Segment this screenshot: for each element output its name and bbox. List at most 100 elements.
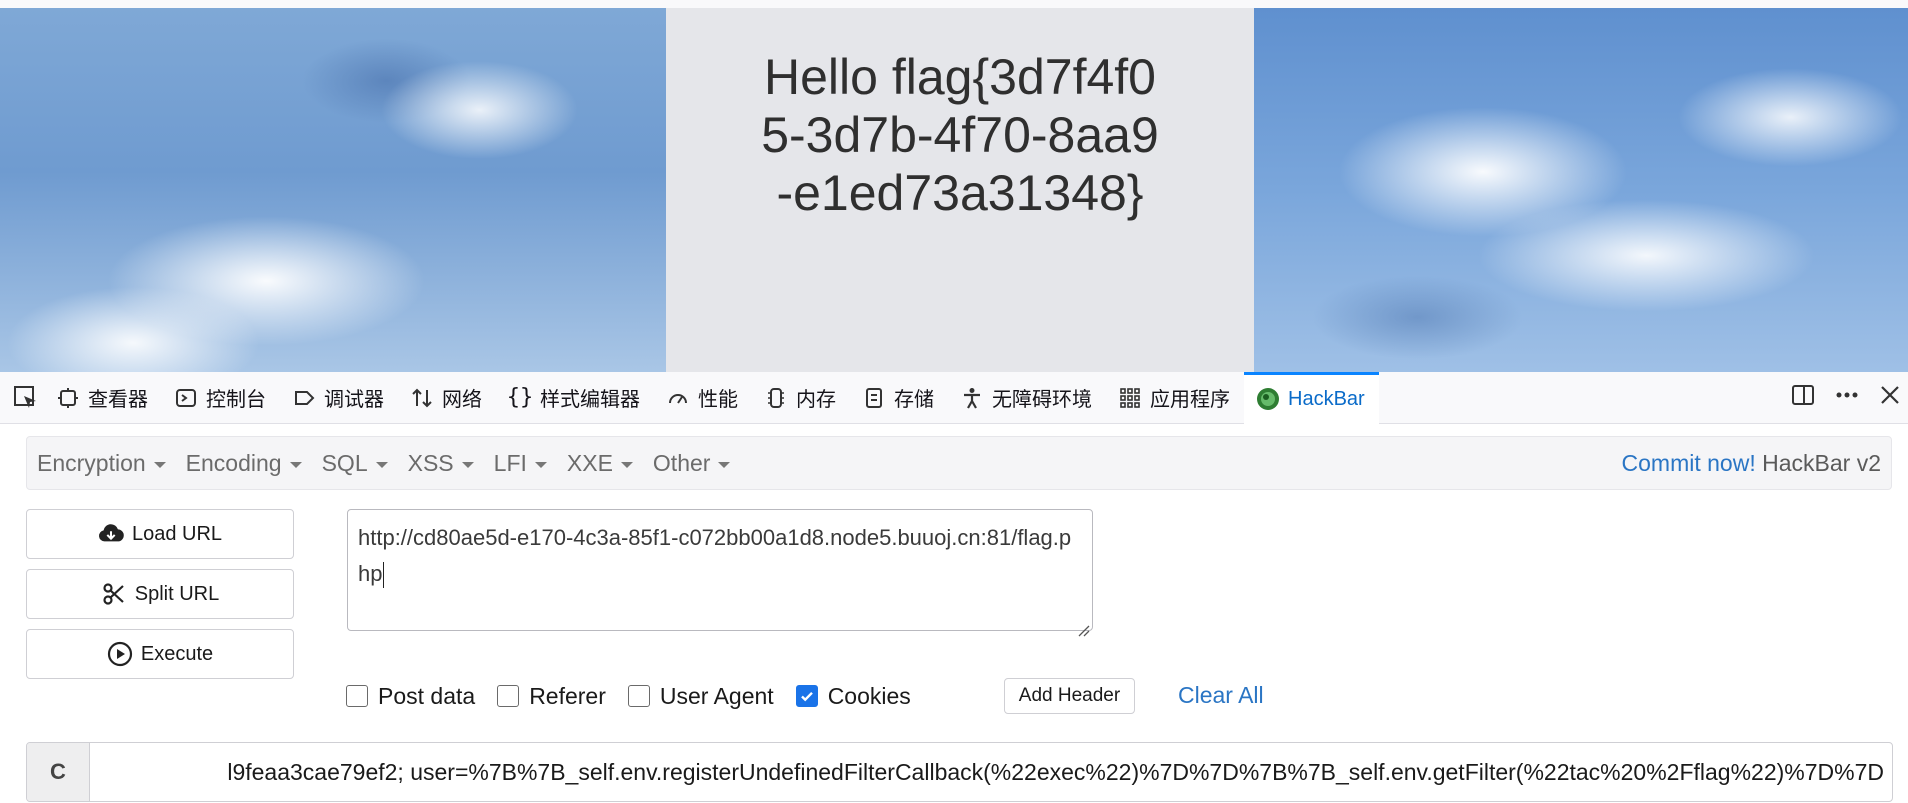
execute-label: Execute bbox=[140, 642, 214, 665]
resize-handle-icon[interactable] bbox=[1074, 612, 1090, 637]
menu-lfi[interactable]: LFI bbox=[484, 436, 557, 490]
chevron-down-icon bbox=[461, 461, 474, 468]
menu-encryption[interactable]: Encryption bbox=[27, 436, 176, 490]
user-agent-option[interactable]: User Agent bbox=[627, 682, 774, 710]
add-header-button[interactable]: Add Header bbox=[1004, 678, 1135, 714]
user-agent-label: User Agent bbox=[659, 682, 774, 709]
request-options: Post data Referer User Agent Cookies bbox=[346, 678, 933, 714]
menu-sql[interactable]: SQL bbox=[312, 436, 398, 490]
post-data-option[interactable]: Post data bbox=[346, 683, 475, 710]
background-sky-left bbox=[0, 8, 666, 372]
tab-label: 应用程序 bbox=[1150, 389, 1230, 411]
tab-hackbar[interactable]: HackBar bbox=[1244, 371, 1379, 424]
commit-now-link[interactable]: Commit now! bbox=[1622, 450, 1756, 476]
url-input[interactable]: http://cd80ae5d-e170-4c3a-85f1-c072bb00a… bbox=[347, 509, 1093, 637]
tab-network[interactable]: 网络 bbox=[398, 372, 496, 424]
tab-debugger[interactable]: 调试器 bbox=[280, 372, 398, 424]
more-options-icon[interactable] bbox=[1834, 382, 1860, 413]
tab-memory[interactable]: 内存 bbox=[752, 372, 850, 424]
tab-accessibility[interactable]: 无障碍环境 bbox=[948, 372, 1106, 424]
application-icon bbox=[1118, 386, 1142, 410]
style-editor-icon: {} bbox=[506, 385, 534, 410]
cookie-field: C l9feaa3cae79ef2; user=%7B%7B_self.env.… bbox=[26, 742, 1893, 802]
debugger-icon bbox=[292, 386, 316, 410]
menu-label: Other bbox=[652, 449, 711, 476]
hackbar-icon bbox=[1256, 387, 1280, 411]
tab-application[interactable]: 应用程序 bbox=[1106, 372, 1244, 424]
chevron-down-icon bbox=[620, 461, 633, 468]
tab-label: HackBar bbox=[1288, 387, 1365, 410]
tab-storage[interactable]: 存储 bbox=[850, 372, 948, 424]
referer-option[interactable]: Referer bbox=[497, 683, 606, 710]
chevron-down-icon bbox=[718, 461, 731, 468]
hackbar-version: HackBar v2 bbox=[1762, 449, 1881, 476]
tab-label: 性能 bbox=[698, 389, 738, 411]
cookies-checkbox[interactable] bbox=[795, 685, 818, 707]
tab-label: 调试器 bbox=[324, 389, 384, 411]
tab-label: 控制台 bbox=[206, 389, 266, 411]
performance-icon bbox=[666, 386, 690, 410]
referer-checkbox[interactable] bbox=[497, 685, 520, 707]
split-url-label: Split URL bbox=[134, 582, 220, 605]
url-text: http://cd80ae5d-e170-4c3a-85f1-c072bb00a… bbox=[358, 525, 1072, 586]
split-url-button[interactable]: Split URL bbox=[26, 569, 294, 619]
menu-label: Encryption bbox=[37, 449, 146, 476]
memory-icon bbox=[764, 386, 788, 410]
flag-message: Hello flag{3d7f4f05-3d7b-4f70-8aa9-e1ed7… bbox=[761, 49, 1159, 221]
tab-label: 存储 bbox=[894, 389, 934, 411]
tab-style-editor[interactable]: {} 样式编辑器 bbox=[496, 372, 654, 424]
page-viewport: Hello flag{3d7f4f05-3d7b-4f70-8aa9-e1ed7… bbox=[0, 0, 1908, 372]
load-url-button[interactable]: Load URL bbox=[26, 509, 294, 559]
cookie-input[interactable]: l9feaa3cae79ef2; user=%7B%7B_self.env.re… bbox=[90, 743, 1892, 801]
menu-xss[interactable]: XSS bbox=[398, 436, 484, 490]
cloud-download-icon bbox=[98, 521, 124, 547]
inspector-icon bbox=[56, 386, 80, 410]
cookie-text: l9feaa3cae79ef2; user=%7B%7B_self.env.re… bbox=[227, 758, 1884, 785]
storage-icon bbox=[862, 386, 886, 410]
post-data-label: Post data bbox=[378, 682, 476, 709]
hackbar-menubar: Encryption Encoding SQL XSS LFI XXE Othe… bbox=[26, 436, 1892, 490]
checkmark-icon bbox=[800, 691, 813, 702]
referer-label: Referer bbox=[529, 682, 606, 709]
menu-label: XSS bbox=[407, 449, 454, 476]
menu-xxe[interactable]: XXE bbox=[557, 436, 643, 490]
user-agent-checkbox[interactable] bbox=[627, 685, 650, 707]
element-picker-icon[interactable] bbox=[8, 372, 44, 424]
close-icon[interactable] bbox=[1878, 383, 1902, 412]
menu-label: SQL bbox=[321, 449, 368, 476]
tab-inspector[interactable]: 查看器 bbox=[44, 372, 162, 424]
chevron-down-icon bbox=[153, 461, 166, 468]
tab-console[interactable]: 控制台 bbox=[162, 372, 280, 424]
tab-label: 查看器 bbox=[88, 389, 148, 411]
cookies-label: Cookies bbox=[827, 682, 911, 709]
cookies-option[interactable]: Cookies bbox=[795, 682, 911, 710]
content-panel: Hello flag{3d7f4f05-3d7b-4f70-8aa9-e1ed7… bbox=[666, 8, 1254, 372]
execute-button[interactable]: Execute bbox=[26, 629, 294, 679]
scissors-icon bbox=[101, 581, 127, 607]
network-icon bbox=[410, 386, 434, 410]
menu-encoding[interactable]: Encoding bbox=[176, 436, 312, 490]
cookie-prefix: C bbox=[27, 743, 90, 801]
post-data-checkbox[interactable] bbox=[346, 685, 368, 707]
clear-all-link[interactable]: Clear All bbox=[1178, 682, 1264, 709]
tab-label: 无障碍环境 bbox=[992, 389, 1092, 411]
tab-performance[interactable]: 性能 bbox=[654, 372, 752, 424]
tab-label: 样式编辑器 bbox=[540, 389, 640, 411]
chevron-down-icon bbox=[375, 461, 388, 468]
dock-side-icon[interactable] bbox=[1790, 382, 1816, 413]
hackbar-brand: Commit now! HackBar v2 bbox=[1622, 450, 1891, 477]
play-circle-icon bbox=[107, 641, 133, 667]
text-cursor bbox=[383, 562, 385, 589]
tab-label: 内存 bbox=[796, 389, 836, 411]
load-url-label: Load URL bbox=[131, 522, 223, 545]
menu-label: LFI bbox=[493, 449, 527, 476]
menu-label: Encoding bbox=[185, 449, 282, 476]
accessibility-icon bbox=[960, 386, 984, 410]
chevron-down-icon bbox=[534, 461, 547, 468]
devtools-right-controls bbox=[1790, 382, 1908, 413]
tab-label: 网络 bbox=[442, 389, 482, 411]
menu-label: XXE bbox=[566, 449, 613, 476]
background-sky-right bbox=[1254, 8, 1908, 372]
chevron-down-icon bbox=[289, 461, 302, 468]
menu-other[interactable]: Other bbox=[643, 436, 741, 490]
